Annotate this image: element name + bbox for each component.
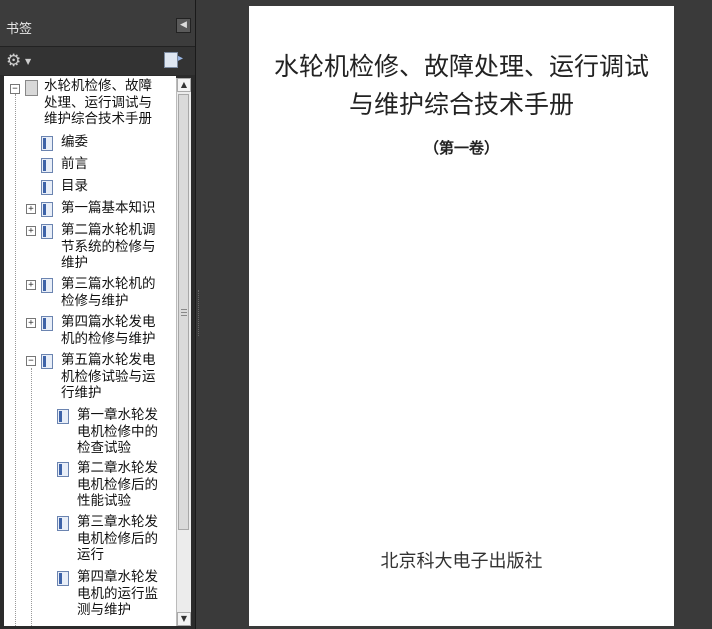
bookmarks-panel: 书签 ◀ ⚙ ▼ ▸ − 水轮机检修、故障 处理、运行调试与 维护综合技术手册 …	[0, 0, 196, 629]
bookmark-icon	[41, 136, 53, 151]
collapse-toggle[interactable]: −	[10, 84, 20, 94]
bookmark-item[interactable]: 第二章水轮发 电机检修后的 性能试验	[77, 460, 158, 510]
bookmark-root[interactable]: 水轮机检修、故障 处理、运行调试与 维护综合技术手册	[44, 78, 152, 128]
bookmark-item[interactable]: 编委	[61, 134, 88, 151]
bookmark-label: 第二章水轮发	[77, 460, 158, 476]
bookmark-label: 第一章水轮发	[77, 407, 158, 423]
bookmark-label: 电机的运行监	[77, 585, 158, 602]
gear-icon[interactable]: ⚙	[6, 51, 21, 71]
expand-toggle[interactable]: +	[26, 226, 36, 236]
bookmark-label: 节系统的检修与	[61, 238, 156, 255]
bookmark-label: 检查试验	[77, 440, 131, 456]
panel-title: 书签	[6, 22, 33, 37]
bookmark-icon	[41, 202, 53, 217]
chevron-down-icon[interactable]: ▼	[25, 57, 31, 66]
scroll-down-button[interactable]: ▼	[177, 612, 191, 626]
bookmark-icon	[41, 158, 53, 173]
bookmark-label: 第四章水轮发	[77, 569, 158, 585]
title-line: 与维护综合技术手册	[348, 90, 574, 119]
bookmark-tree: − 水轮机检修、故障 处理、运行调试与 维护综合技术手册 编委 前言 目录 + …	[4, 76, 176, 626]
document-publisher: 北京科大电子出版社	[380, 551, 543, 572]
arrow-right-icon[interactable]: ▸	[178, 53, 183, 64]
bookmark-icon	[57, 409, 69, 424]
bookmark-label: 机的检修与维护	[61, 330, 156, 347]
splitter-grip-icon[interactable]	[198, 290, 201, 336]
bookmark-label: 第三篇水轮机的	[61, 276, 156, 292]
bookmark-label: 机检修试验与运	[61, 368, 156, 385]
bookmark-label: 维护综合技术手册	[44, 111, 152, 127]
bookmark-icon	[41, 354, 53, 369]
bookmark-item[interactable]: 前言	[61, 156, 88, 173]
bookmark-label: 第二篇水轮机调	[61, 222, 156, 238]
new-bookmark-icon[interactable]	[164, 52, 178, 68]
bookmark-label: 电机检修后的	[77, 476, 158, 493]
bookmark-label: 测与维护	[77, 602, 131, 618]
bookmark-label: 水轮机检修、故障	[44, 78, 152, 94]
bookmark-label: 电机检修后的	[77, 530, 158, 547]
expand-toggle[interactable]: +	[26, 280, 36, 290]
document-title: 水轮机检修、故障处理、运行调试 与维护综合技术手册	[249, 48, 674, 124]
bookmark-icon	[41, 316, 53, 331]
bookmark-icon	[57, 571, 69, 586]
bookmark-item[interactable]: 第四篇水轮发电 机的检修与维护	[61, 314, 156, 347]
tree-line	[31, 368, 32, 626]
bookmark-item[interactable]: 第四章水轮发 电机的运行监 测与维护	[77, 569, 158, 619]
bookmark-label: 检修与维护	[61, 292, 129, 309]
bookmark-label: 处理、运行调试与	[44, 94, 152, 111]
bookmark-icon	[57, 462, 69, 477]
collapse-toggle[interactable]: −	[26, 356, 36, 366]
collapse-panel-button[interactable]: ◀	[176, 18, 191, 33]
bookmark-icon	[41, 278, 53, 293]
bookmark-label: 第三章水轮发	[77, 514, 158, 530]
expand-toggle[interactable]: +	[26, 204, 36, 214]
bookmarks-scrollbar[interactable]: ▲ ▼	[176, 78, 191, 626]
title-line: 水轮机检修、故障处理、运行调试	[273, 52, 649, 81]
bookmark-item[interactable]: 第一章水轮发 电机检修中的 检查试验	[77, 407, 158, 457]
bookmark-label: 行维护	[61, 385, 102, 401]
tree-line	[15, 94, 16, 626]
bookmark-item[interactable]: 第三章水轮发 电机检修后的 运行	[77, 514, 158, 564]
panel-splitter[interactable]	[196, 0, 248, 629]
bookmark-label: 维护	[61, 255, 88, 271]
bookmark-item[interactable]: 第二篇水轮机调 节系统的检修与 维护	[61, 222, 156, 272]
bookmark-icon	[41, 180, 53, 195]
bookmark-label: 第五篇水轮发电	[61, 352, 156, 368]
bookmark-item[interactable]: 目录	[61, 178, 88, 195]
scroll-up-button[interactable]: ▲	[177, 78, 191, 92]
panel-header: 书签 ◀	[0, 0, 195, 47]
bookmarks-toolbar: ⚙ ▼ ▸	[0, 47, 195, 75]
bookmark-icon	[57, 516, 69, 531]
document-volume: （第一卷）	[423, 139, 499, 157]
document-icon	[25, 80, 38, 96]
bookmark-label: 电机检修中的	[77, 423, 158, 440]
document-page: 水轮机检修、故障处理、运行调试 与维护综合技术手册 （第一卷） 北京科大电子出版…	[249, 6, 674, 626]
bookmark-label: 第四篇水轮发电	[61, 314, 156, 330]
bookmark-item[interactable]: 第一篇基本知识	[61, 200, 156, 217]
bookmark-label: 运行	[77, 547, 104, 563]
bookmark-item[interactable]: 第三篇水轮机的 检修与维护	[61, 276, 156, 309]
bookmark-icon	[41, 224, 53, 239]
bookmark-item[interactable]: 第五篇水轮发电 机检修试验与运 行维护	[61, 352, 156, 402]
scroll-thumb[interactable]	[178, 94, 189, 530]
expand-toggle[interactable]: +	[26, 318, 36, 328]
grip-icon	[181, 309, 187, 310]
bookmark-label: 性能试验	[77, 493, 131, 509]
